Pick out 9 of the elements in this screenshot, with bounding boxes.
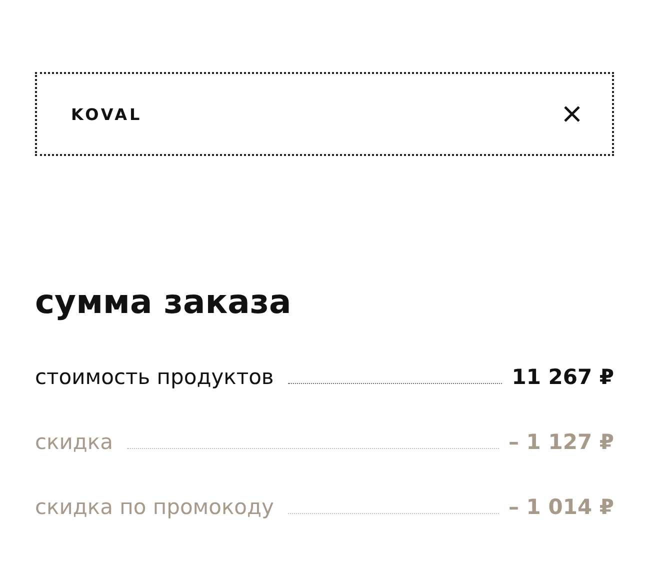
- section-title: сумма заказа: [35, 281, 292, 323]
- summary-label: скидка по промокоду: [35, 494, 274, 521]
- summary-amount: 11 267 ₽: [512, 364, 614, 391]
- summary-label: скидка: [35, 429, 113, 456]
- summary-amount: – 1 127 ₽: [508, 429, 614, 456]
- promo-code-field[interactable]: KOVAL: [35, 72, 614, 156]
- summary-label: стоимость продуктов: [35, 364, 274, 391]
- summary-amount: – 1 014 ₽: [508, 494, 614, 521]
- clear-icon[interactable]: [563, 105, 581, 123]
